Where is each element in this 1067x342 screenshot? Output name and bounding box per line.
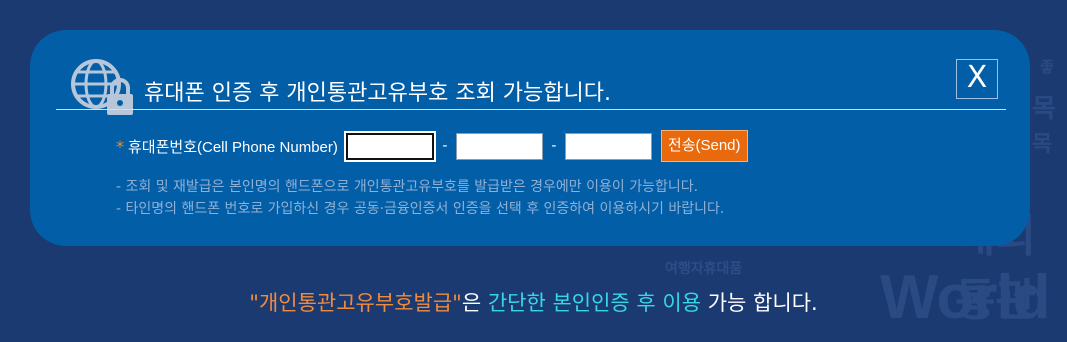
tagline: "개인통관고유부호발급"은 간단한 본인인증 후 이용 가능 합니다. (0, 287, 1067, 317)
phone-part2-input[interactable] (455, 132, 543, 160)
close-button[interactable]: X (956, 59, 998, 99)
tagline-text: 은 (461, 291, 488, 315)
tagline-highlight: 간단한 본인인증 후 이용 (487, 291, 702, 315)
phone-separator: - (551, 138, 557, 154)
phone-number-label: 휴대폰번호(Cell Phone Number) (128, 138, 338, 156)
background-watermark-text: 여행자휴대품 (665, 260, 743, 276)
title-divider (56, 109, 1006, 110)
phone-auth-dialog: 휴대폰 인증 후 개인통관고유부호 조회 가능합니다. X * 휴대폰번호(Ce… (30, 30, 1030, 246)
notes-list: - 조회 및 재발급은 본인명의 핸드폰으로 개인통관고유부호를 발급받은 경우… (116, 176, 724, 220)
background-watermark-text: 목 (1032, 93, 1056, 123)
phone-part1-input[interactable] (345, 132, 434, 160)
send-button[interactable]: 전송(Send) (660, 130, 748, 162)
note-item: - 조회 및 재발급은 본인명의 핸드폰으로 개인통관고유부호를 발급받은 경우… (116, 179, 699, 195)
background-watermark-text: 좋 (1040, 59, 1054, 76)
tagline-text: 가능 합니다. (701, 291, 818, 315)
dialog-title: 휴대폰 인증 후 개인통관고유부호 조회 가능합니다. (144, 81, 612, 106)
phone-number-row: * 휴대폰번호(Cell Phone Number) - - 전송(Send) (116, 130, 748, 162)
phone-part3-input[interactable] (564, 132, 652, 160)
required-mark: * (116, 136, 124, 156)
phone-separator: - (442, 138, 448, 154)
background-watermark-text: 목 (1032, 131, 1053, 156)
tagline-service-name: "개인통관고유부호발급" (249, 291, 462, 315)
note-item: - 타인명의 핸드폰 번호로 가입하신 경우 공동·금융인증서 인증을 선택 후… (116, 201, 725, 217)
